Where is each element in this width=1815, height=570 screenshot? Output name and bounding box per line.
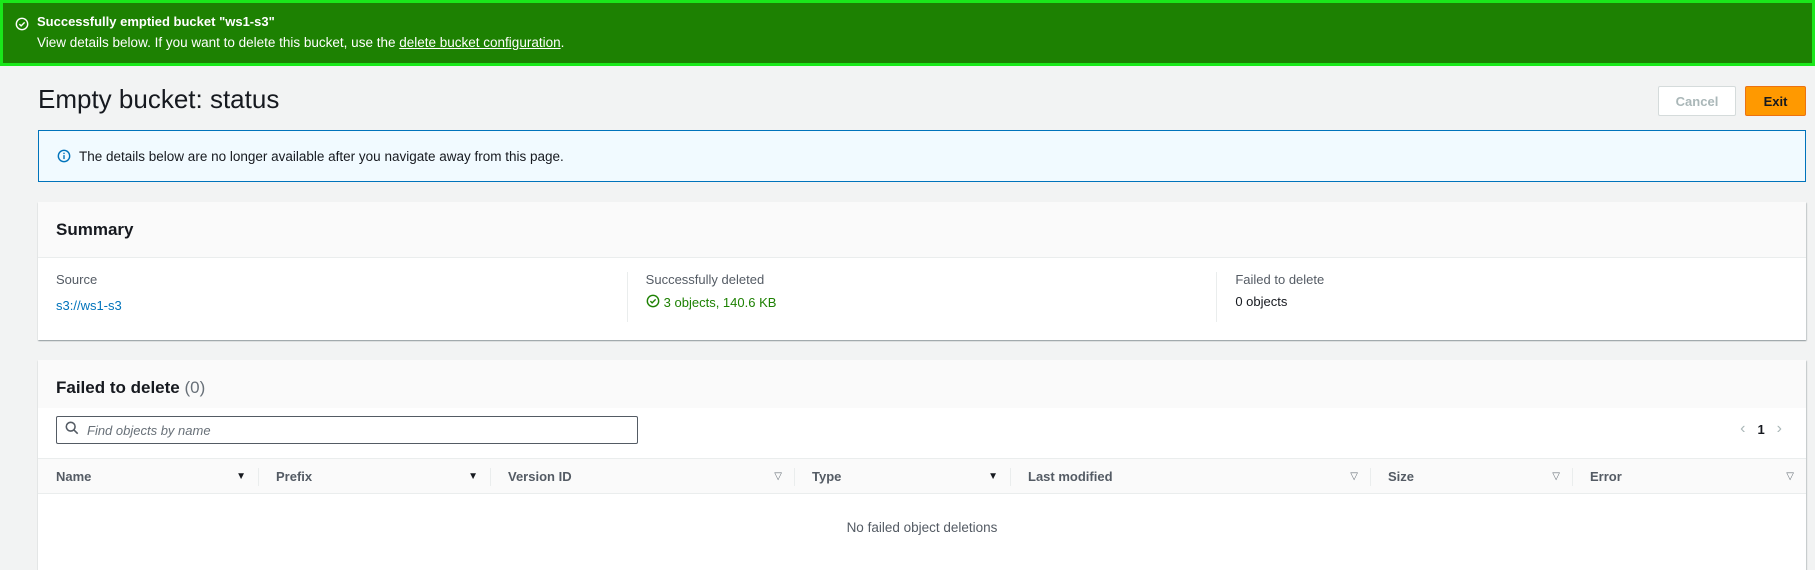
successfully-deleted-column: Successfully deleted 3 objects, 140.6 KB	[626, 272, 1217, 322]
column-label: Name	[56, 468, 92, 484]
search-icon	[65, 421, 79, 440]
column-header-size[interactable]: Size ▽	[1370, 459, 1572, 493]
source-label: Source	[56, 272, 98, 287]
column-header-version-id[interactable]: Version ID ▽	[490, 459, 794, 493]
failed-table-title: Failed to delete	[56, 378, 180, 397]
column-header-type[interactable]: Type ▼	[794, 459, 1010, 493]
failed-to-delete-panel: Failed to delete (0) ‹ 1 › Name ▼ Prefix ▼…	[38, 360, 1806, 570]
next-page-icon[interactable]: ›	[1777, 420, 1782, 438]
info-text: The details below are no longer availabl…	[79, 148, 564, 164]
empty-state-text: No failed object deletions	[846, 520, 998, 535]
table-header-row: Name ▼ Prefix ▼ Version ID ▽ Type ▼ Last mod…	[38, 458, 1806, 494]
successfully-deleted-value: 3 objects, 140.6 KB	[663, 295, 777, 310]
failed-to-delete-column: Failed to delete 0 objects	[1216, 272, 1806, 322]
failed-to-delete-label: Failed to delete	[1235, 272, 1325, 287]
success-flash-banner: Successfully emptied bucket "ws1-s3" Vie…	[0, 0, 1815, 66]
info-icon	[57, 149, 71, 163]
column-header-last-modified[interactable]: Last modified ▽	[1010, 459, 1370, 493]
flash-body: View details below. If you want to delet…	[37, 34, 1812, 52]
sort-desc-icon: ▼	[236, 470, 246, 482]
cancel-button[interactable]: Cancel	[1658, 86, 1736, 116]
check-circle-icon	[15, 17, 29, 36]
summary-panel: Summary Source s3://ws1-s3 Successfully …	[38, 202, 1806, 340]
page-title: Empty bucket: status	[38, 84, 280, 114]
column-label: Size	[1388, 468, 1415, 484]
column-header-error[interactable]: Error ▽	[1572, 459, 1806, 493]
previous-page-icon[interactable]: ‹	[1740, 420, 1745, 438]
successfully-deleted-value-row: 3 objects, 140.6 KB	[646, 294, 1217, 312]
column-header-name[interactable]: Name ▼	[38, 459, 258, 493]
sort-icon: ▽	[1350, 470, 1358, 482]
column-label: Prefix	[276, 468, 313, 484]
search-input[interactable]	[85, 421, 629, 439]
exit-button[interactable]: Exit	[1745, 86, 1806, 116]
column-label: Type	[812, 468, 842, 484]
flash-title: Successfully emptied bucket "ws1-s3"	[37, 14, 275, 29]
sort-icon: ▽	[774, 470, 782, 482]
column-label: Last modified	[1028, 468, 1113, 484]
sort-desc-icon: ▼	[988, 470, 998, 482]
failed-count: (0)	[184, 378, 206, 397]
failed-to-delete-value: 0 objects	[1235, 294, 1288, 309]
column-header-prefix[interactable]: Prefix ▼	[258, 459, 490, 493]
sort-desc-icon: ▼	[468, 470, 478, 482]
source-column: Source s3://ws1-s3	[38, 272, 627, 322]
successfully-deleted-label: Successfully deleted	[645, 272, 765, 287]
flash-body-suffix: .	[560, 35, 565, 50]
info-alert: The details below are no longer availabl…	[38, 130, 1806, 182]
flash-body-text: View details below. If you want to delet…	[37, 35, 400, 50]
source-link[interactable]: s3://ws1-s3	[56, 298, 627, 314]
current-page[interactable]: 1	[1757, 422, 1764, 437]
success-check-icon	[646, 294, 660, 312]
delete-bucket-configuration-link[interactable]: delete bucket configuration	[399, 35, 560, 50]
column-label: Error	[1590, 468, 1622, 484]
pagination: ‹ 1 ›	[1740, 420, 1782, 438]
failed-table-header: Failed to delete (0)	[38, 360, 1806, 408]
sort-icon: ▽	[1786, 470, 1794, 482]
summary-title: Summary	[38, 202, 1806, 258]
search-box[interactable]	[56, 416, 638, 444]
sort-icon: ▽	[1552, 470, 1560, 482]
column-label: Version ID	[508, 468, 572, 484]
